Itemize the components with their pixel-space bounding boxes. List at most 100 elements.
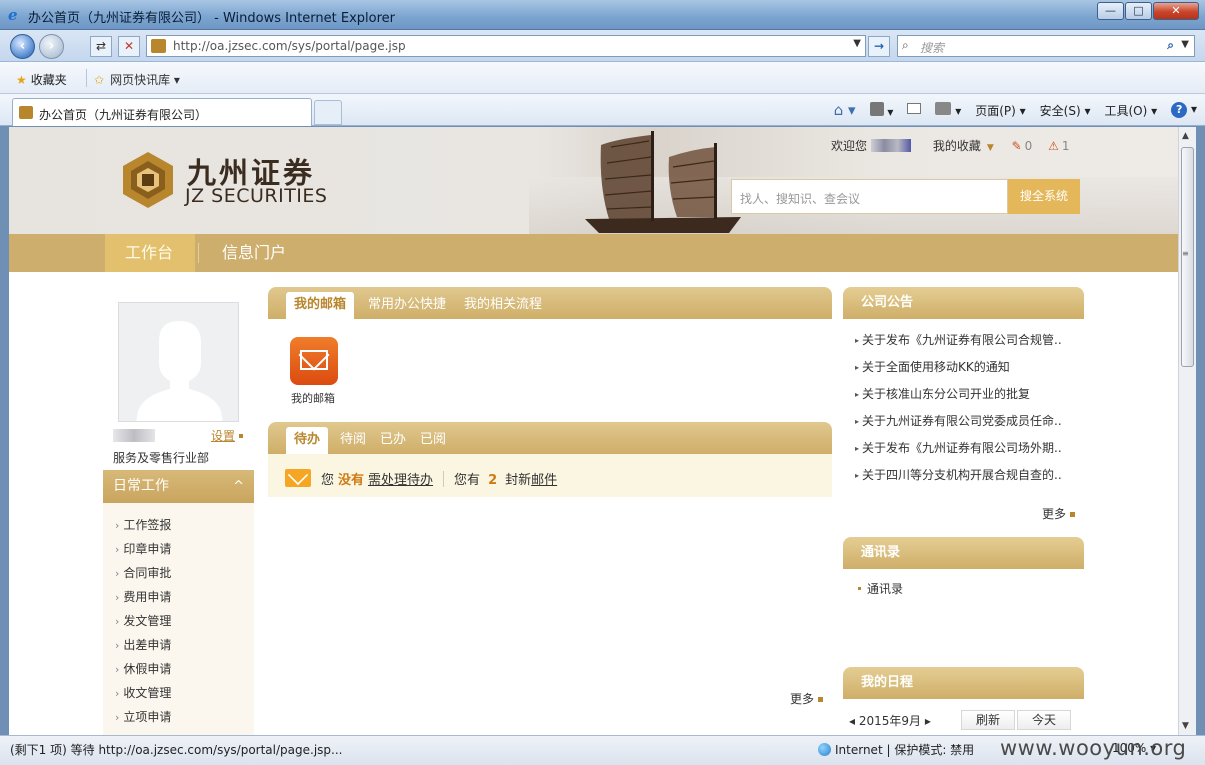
contacts-item[interactable]: 通讯录 (858, 580, 903, 597)
status-bar: (剩下1 项) 等待 http://oa.jzsec.com/sys/porta… (0, 735, 1205, 765)
stop-icon[interactable]: ✕ (118, 36, 140, 57)
tab-info-portal[interactable]: 信息门户 (202, 234, 306, 272)
notice-item[interactable]: ▸ 关于发布《九州证券有限公司场外期.. (855, 438, 1071, 465)
notice-item[interactable]: ▸ 关于九州证券有限公司党委成员任命.. (855, 411, 1071, 438)
schedule-header: 我的日程 (843, 667, 1084, 699)
caret-down-icon: ▼ (986, 143, 994, 153)
tools-menu[interactable]: 工具(O) ▾ (1105, 102, 1158, 119)
forward-button[interactable]: › (39, 34, 64, 59)
notice-item[interactable]: ▸ 关于四川等分支机构开展合规自查的.. (855, 465, 1071, 492)
tab-to-read[interactable]: 待阅 (340, 427, 366, 454)
chevron-right-icon: › (115, 663, 120, 676)
todo-mail-icon (285, 469, 311, 487)
bullet-icon (858, 587, 861, 590)
compat-view-icon[interactable]: ⇄ (90, 36, 112, 57)
warning-icon[interactable]: ⚠ (1048, 139, 1059, 153)
daily-work-header[interactable]: 日常工作 ^ (103, 470, 254, 503)
star-icon: ★ (16, 73, 27, 87)
triangle-right-icon: ▸ (855, 444, 860, 453)
daily-work-item[interactable]: › 合同审批 (103, 561, 254, 585)
notice-item[interactable]: ▸ 关于发布《九州证券有限公司合规管.. (855, 330, 1071, 357)
mailbox-icon[interactable] (290, 337, 338, 385)
daily-work-item[interactable]: › 收文管理 (103, 681, 254, 705)
portal-search-input[interactable]: 找人、搜知识、查会议 (731, 179, 1008, 214)
tab-todo[interactable]: 待办 (286, 427, 329, 454)
url-dropdown-icon[interactable]: ▼ (853, 38, 861, 49)
todo-summary-text: 您没有 需处理待办 您有 2 封新邮件 (321, 471, 558, 488)
triangle-right-icon: ▸ (855, 471, 860, 480)
settings-link[interactable]: 设置 (211, 427, 243, 444)
todo-more-link[interactable]: 更多 (790, 690, 823, 707)
daily-work-item[interactable]: › 印章申请 (103, 537, 254, 561)
contacts-header: 通讯录 (843, 537, 1084, 569)
safety-menu[interactable]: 安全(S) ▾ (1040, 102, 1091, 119)
daily-work-item[interactable]: › 出差申请 (103, 633, 254, 657)
scroll-up-icon[interactable]: ▲ (1182, 131, 1189, 141)
read-mail-button[interactable] (907, 103, 922, 117)
pending-todo-link[interactable]: 需处理待办 (368, 473, 433, 488)
vertical-scrollbar[interactable]: ▲ ≡ ▼ (1178, 127, 1196, 735)
notices-more-link[interactable]: 更多 (1042, 505, 1075, 522)
help-button[interactable]: ? ▾ (1171, 102, 1197, 118)
daily-work-item[interactable]: › 发文管理 (103, 609, 254, 633)
search-all-button[interactable]: 搜全系统 (1008, 179, 1080, 214)
notice-item[interactable]: ▸ 关于核准山东分公司开业的批复 (855, 384, 1071, 411)
print-button[interactable]: ▾ (935, 102, 961, 118)
url-field[interactable]: http://oa.jzsec.com/sys/portal/page.jsp … (146, 35, 866, 57)
month-selector[interactable]: ◂ 2015年9月 ▸ (849, 712, 931, 729)
edit-icon[interactable]: ✎ (1012, 139, 1022, 153)
next-month-icon[interactable]: ▸ (921, 714, 931, 728)
notice-item[interactable]: ▸ 关于全面使用移动KK的通知 (855, 357, 1071, 384)
favorites-bar: ★ 收藏夹 ✩ 网页快讯库 ▾ (0, 62, 1205, 94)
prev-month-icon[interactable]: ◂ (849, 714, 859, 728)
tab-read[interactable]: 已阅 (420, 427, 446, 454)
tab-my-workflows[interactable]: 我的相关流程 (464, 292, 542, 319)
daily-work-item[interactable]: › 休假申请 (103, 657, 254, 681)
mail-icon (907, 103, 922, 114)
daily-work-list: › 工作签报 › 印章申请 › 合同审批 › 费用申请 › 发文管理 › 出差申请 › 休假申… (103, 503, 254, 735)
back-button[interactable]: ‹ (10, 34, 35, 59)
new-tab-button[interactable] (314, 100, 342, 125)
help-icon: ? (1171, 102, 1188, 118)
todo-panel-header: 待办 待阅 已办 已阅 (268, 422, 832, 454)
tab-my-mailbox[interactable]: 我的邮箱 (286, 292, 355, 319)
username-redacted-block (113, 429, 155, 442)
home-icon[interactable]: ⌂ ▾ (834, 101, 856, 119)
search-dropdown-icon[interactable]: ▼ (1181, 39, 1189, 50)
security-zone[interactable]: Internet | 保护模式: 禁用 (818, 741, 974, 758)
tab-workbench[interactable]: 工作台 (105, 234, 195, 272)
portal-header: 九州证券 JZ SECURITIES 欢迎您 我的收藏 ▼ ✎ 0 ⚠ 1 找人、搜知… (9, 127, 1178, 234)
today-button[interactable]: 今天 (1017, 710, 1071, 730)
triangle-right-icon: ▸ (855, 336, 860, 345)
browser-search-field[interactable]: ⌕ 搜索 ⌕ ▼ (897, 35, 1195, 57)
new-mail-link[interactable]: 邮件 (531, 473, 557, 488)
daily-work-item[interactable]: › 立项申请 (103, 705, 254, 729)
browser-tab-active[interactable]: 办公首页（九州证券有限公司） (12, 98, 312, 126)
mailbox-label[interactable]: 我的邮箱 (291, 390, 335, 406)
department-text: 服务及零售行业部 (113, 451, 210, 465)
print-icon (935, 102, 952, 115)
go-button[interactable]: → (868, 36, 890, 57)
chevron-up-icon[interactable]: ^ (233, 470, 244, 503)
daily-work-item[interactable]: › 费用申请 (103, 585, 254, 609)
favorites-button[interactable]: ★ 收藏夹 (16, 71, 67, 88)
refresh-button[interactable]: 刷新 (961, 710, 1015, 730)
page-menu[interactable]: 页面(P) ▾ (975, 102, 1025, 119)
globe-icon (818, 743, 831, 756)
web-slice-gallery-link[interactable]: ✩ 网页快讯库 ▾ (94, 71, 180, 88)
add-favorite-icon[interactable]: ✩ (94, 73, 104, 87)
feeds-button[interactable]: ▾ (869, 101, 893, 119)
tab-done[interactable]: 已办 (380, 427, 406, 454)
page-viewport: 九州证券 JZ SECURITIES 欢迎您 我的收藏 ▼ ✎ 0 ⚠ 1 找人、搜知… (9, 127, 1178, 735)
search-icon[interactable]: ⌕ (1167, 38, 1174, 53)
scroll-down-icon[interactable]: ▼ (1182, 721, 1189, 731)
status-text: (剩下1 项) 等待 http://oa.jzsec.com/sys/porta… (10, 743, 343, 757)
my-favorites-link[interactable]: 我的收藏 ▼ (933, 139, 994, 153)
username-redacted (871, 139, 912, 152)
portal-search-placeholder: 找人、搜知识、查会议 (740, 192, 861, 206)
daily-work-item[interactable]: › 工作签报 (103, 513, 254, 537)
tab-office-shortcuts[interactable]: 常用办公快捷 (368, 292, 446, 319)
minimize-button[interactable]: — (1097, 2, 1124, 20)
close-button[interactable]: ✕ (1153, 2, 1199, 20)
maximize-button[interactable]: □ (1125, 2, 1152, 20)
